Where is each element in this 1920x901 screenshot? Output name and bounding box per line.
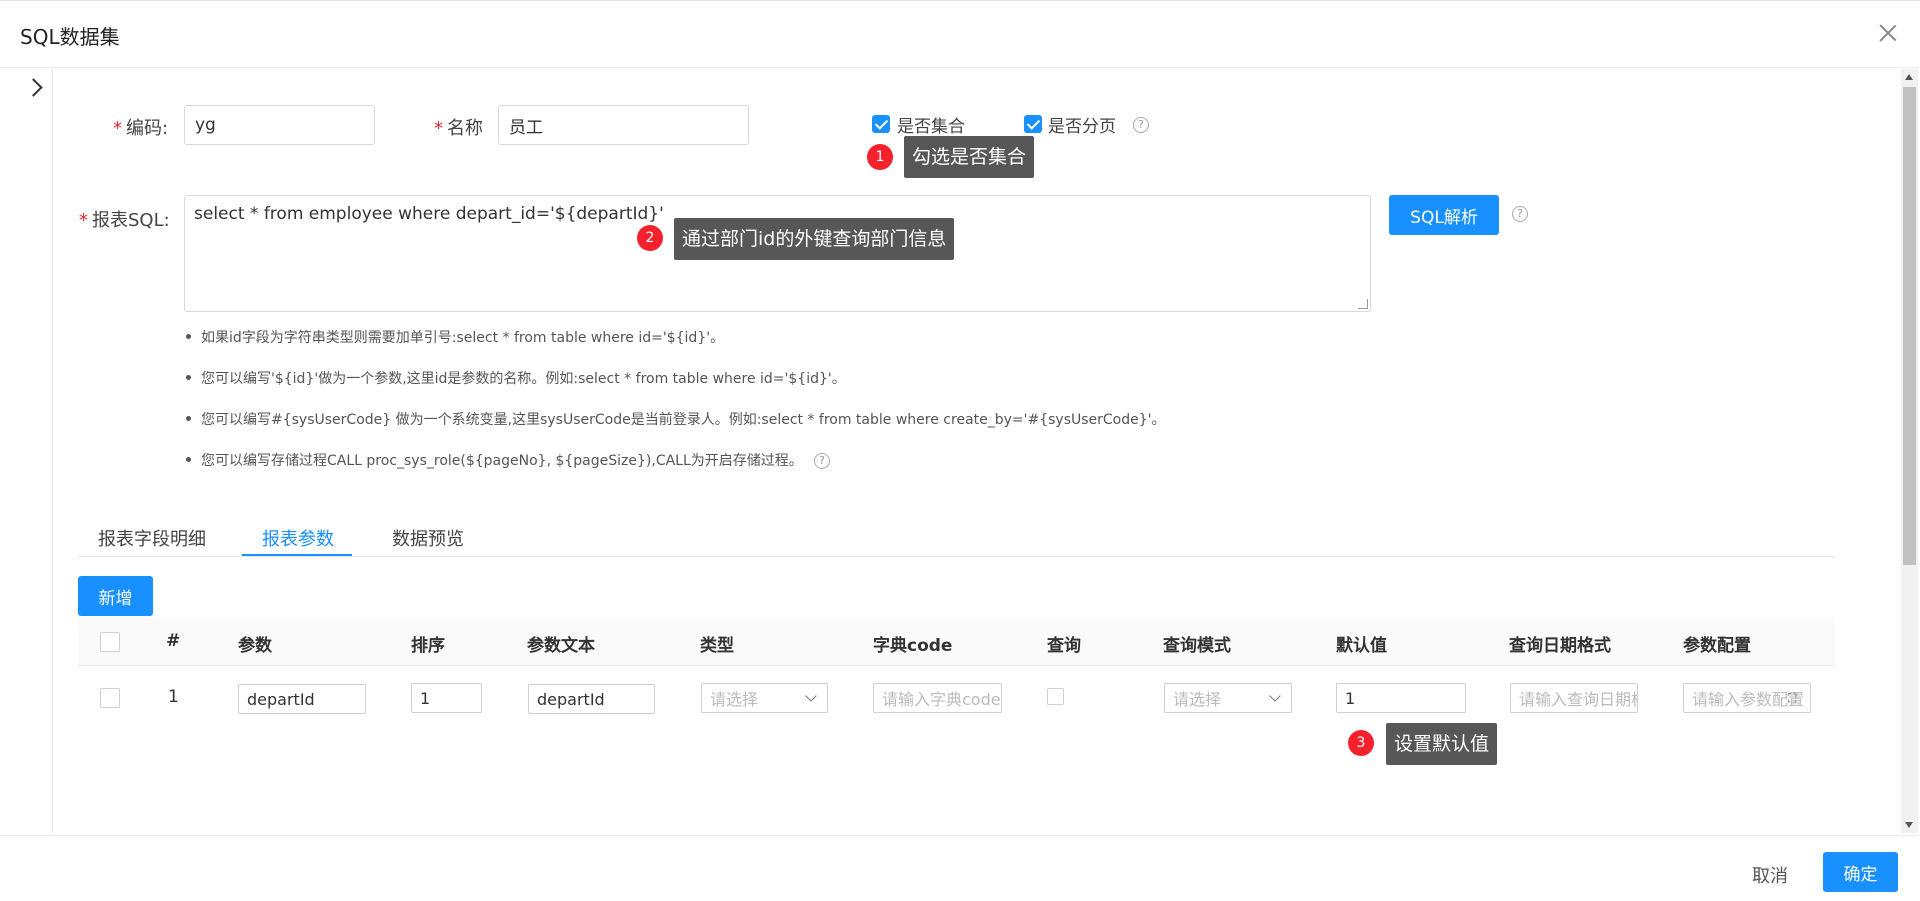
column-header: 查询模式: [1163, 636, 1231, 656]
hint-item: 您可以编写'${id}'做为一个参数,这里id是参数的名称。例如:select …: [186, 368, 1166, 409]
code-label: * 编码:: [113, 114, 168, 140]
date-format-placeholder: 请输入查询日期格式: [1519, 690, 1637, 709]
question-circle-icon[interactable]: ?: [1133, 117, 1149, 133]
column-header: 查询: [1047, 636, 1081, 656]
column-header: 默认值: [1336, 636, 1387, 656]
annotation-badge-3: 3: [1348, 730, 1374, 756]
type-placeholder: 请选择: [710, 690, 759, 709]
dialog-footer: 取消 确定: [0, 835, 1920, 901]
hint-text: 您可以编写存储过程CALL proc_sys_role(${pageNo}, $…: [201, 453, 803, 469]
name-input[interactable]: 员工: [498, 105, 749, 145]
type-select[interactable]: 请选择: [701, 683, 828, 713]
select-all-checkbox[interactable]: [100, 632, 120, 652]
tab-field-details[interactable]: 报表字段明细: [98, 525, 206, 551]
table-row: 1 departId 1 departId 请选择 请输入字典code 请选择 …: [78, 667, 1835, 729]
hint-item: 如果id字段为字符串类型则需要加单引号:select * from table …: [186, 327, 1166, 368]
name-label-text: 名称: [447, 118, 483, 139]
column-header: 查询日期格式: [1509, 636, 1611, 656]
column-header: 排序: [411, 636, 445, 656]
annotation-tooltip-3: 设置默认值: [1386, 723, 1498, 765]
code-input[interactable]: yg: [184, 105, 375, 145]
dict-code-input[interactable]: 请输入字典code: [873, 683, 1002, 713]
question-circle-icon[interactable]: ?: [1512, 206, 1528, 222]
date-format-input[interactable]: 请输入查询日期格式: [1510, 683, 1638, 713]
name-value: 员工: [509, 117, 543, 138]
annotation-tooltip-2: 通过部门id的外键查询部门信息: [674, 218, 955, 260]
param-text-input[interactable]: departId: [528, 684, 655, 714]
name-label: * 名称: [434, 114, 483, 140]
param-text-value: departId: [537, 689, 605, 709]
column-header: 参数: [238, 636, 272, 656]
annotation-badge-2: 2: [637, 225, 663, 251]
query-mode-select[interactable]: 请选择: [1164, 683, 1292, 713]
is-collection-label: 是否集合: [897, 117, 965, 137]
annotation-badge-1: 1: [867, 144, 893, 170]
dialog-header: SQL数据集: [0, 1, 1920, 68]
column-header: 字典code: [873, 636, 953, 656]
scroll-thumb[interactable]: [1903, 87, 1916, 565]
dialog-title: SQL数据集: [20, 25, 120, 49]
vertical-scrollbar[interactable]: [1901, 69, 1918, 833]
sql-dataset-dialog: SQL数据集 * 编码: yg * 名称 员工 是否集合 是否分页 ? 1 勾选是否…: [0, 0, 1920, 900]
active-tab-indicator: [242, 554, 352, 556]
resize-handle-icon[interactable]: [1358, 299, 1368, 309]
close-icon[interactable]: [1874, 19, 1902, 47]
query-checkbox[interactable]: [1047, 688, 1064, 705]
params-table-header: # 参数 排序 参数文本 类型 字典code 查询 查询模式 默认值 查询日期格…: [78, 618, 1835, 666]
code-label-text: 编码:: [126, 118, 169, 139]
dict-placeholder: 请输入字典code: [882, 690, 1001, 709]
sql-value: select * from employee where depart_id='…: [194, 204, 664, 224]
question-circle-icon[interactable]: ?: [814, 453, 830, 469]
is-collection-checkbox[interactable]: [872, 115, 890, 133]
chevron-down-icon: [1269, 690, 1281, 702]
scroll-up-icon[interactable]: [1905, 74, 1913, 80]
sql-label-text: 报表SQL:: [92, 210, 170, 231]
default-value: 1: [1345, 688, 1356, 708]
required-mark: *: [434, 118, 443, 139]
cancel-button[interactable]: 取消: [1752, 862, 1788, 888]
param-config-input[interactable]: 请输入参数配置 ⛶: [1683, 683, 1811, 713]
row-checkbox[interactable]: [100, 688, 120, 708]
chevron-down-icon: [805, 690, 817, 702]
tab-bar: 报表字段明细 报表参数 数据预览: [78, 517, 1835, 557]
required-mark: *: [79, 210, 88, 231]
column-header: 类型: [700, 636, 734, 656]
add-button[interactable]: 新增: [78, 576, 153, 616]
sidebar-divider: [52, 69, 53, 833]
code-value: yg: [195, 115, 216, 135]
confirm-button[interactable]: 确定: [1823, 852, 1898, 892]
column-header: 参数配置: [1683, 636, 1751, 656]
required-mark: *: [113, 118, 122, 139]
annotation-tooltip-1: 勾选是否集合: [904, 136, 1035, 178]
is-paged-checkbox[interactable]: [1024, 115, 1042, 133]
param-input[interactable]: departId: [238, 684, 366, 714]
sql-hints-list: 如果id字段为字符串类型则需要加单引号:select * from table …: [186, 327, 1166, 491]
is-paged-label: 是否分页: [1048, 117, 1116, 137]
order-input[interactable]: 1: [411, 683, 482, 713]
tab-data-preview[interactable]: 数据预览: [392, 525, 464, 551]
default-value-input[interactable]: 1: [1336, 683, 1466, 713]
column-header: #: [166, 631, 181, 651]
order-value: 1: [420, 688, 431, 708]
sql-parse-button[interactable]: SQL解析: [1389, 195, 1499, 235]
column-header: 参数文本: [527, 636, 595, 656]
hint-item: 您可以编写#{sysUserCode} 做为一个系统变量,这里sysUserCo…: [186, 409, 1166, 450]
chevron-right-icon[interactable]: [22, 75, 46, 99]
scroll-down-icon[interactable]: [1905, 822, 1913, 828]
expand-icon[interactable]: ⛶: [1788, 690, 1804, 706]
param-value: departId: [247, 689, 315, 709]
row-index: 1: [168, 687, 179, 707]
query-mode-placeholder: 请选择: [1173, 690, 1222, 709]
sql-label: * 报表SQL:: [79, 206, 170, 232]
tab-report-params[interactable]: 报表参数: [262, 525, 334, 551]
hint-item: 您可以编写存储过程CALL proc_sys_role(${pageNo}, $…: [186, 450, 1166, 491]
